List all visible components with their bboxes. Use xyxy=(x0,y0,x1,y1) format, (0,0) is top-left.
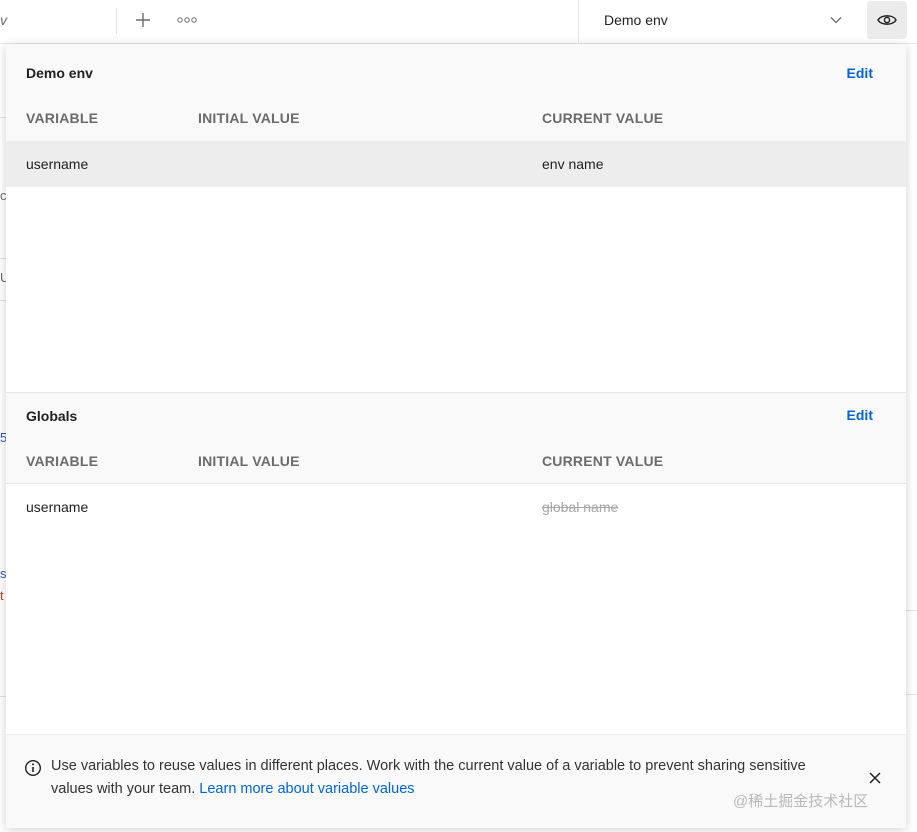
more-horizontal-icon xyxy=(177,17,197,23)
eye-icon xyxy=(877,15,897,25)
column-header-variable: VARIABLE xyxy=(26,110,99,126)
current-value: env name xyxy=(542,156,604,172)
environment-divider xyxy=(578,0,579,44)
plus-icon xyxy=(136,13,150,27)
table-row[interactable]: username global name xyxy=(6,484,906,530)
banner-text: Use variables to reuse values in differe… xyxy=(51,758,806,797)
request-tab-fragment[interactable]: v xyxy=(0,12,7,28)
globals-edit-link[interactable]: Edit xyxy=(847,407,873,423)
environment-selector[interactable]: Demo env xyxy=(590,4,856,36)
column-header-current-value: CURRENT VALUE xyxy=(542,110,664,126)
variable-name: username xyxy=(26,156,89,172)
banner-message: Use variables to reuse values in differe… xyxy=(51,755,841,801)
current-value-overridden: global name xyxy=(542,499,619,515)
environment-selector-label: Demo env xyxy=(604,12,668,28)
environment-section-title: Demo env xyxy=(26,65,93,81)
info-banner: Use variables to reuse values in differe… xyxy=(6,734,906,828)
chevron-down-icon xyxy=(830,17,842,24)
info-icon xyxy=(24,759,42,777)
globals-section-header: Globals Edit VARIABLE INITIAL VALUE CURR… xyxy=(6,393,906,483)
column-header-variable: VARIABLE xyxy=(26,453,99,469)
environment-quick-look-button[interactable] xyxy=(867,1,907,39)
environment-quick-look-panel: Demo env Edit VARIABLE INITIAL VALUE CUR… xyxy=(6,44,906,828)
more-options-button[interactable] xyxy=(174,7,200,33)
column-header-current-value: CURRENT VALUE xyxy=(542,453,664,469)
environment-section-header: Demo env Edit VARIABLE INITIAL VALUE CUR… xyxy=(6,44,906,141)
background-divider xyxy=(905,694,917,695)
top-bar: v Demo env xyxy=(0,0,917,44)
new-tab-button[interactable] xyxy=(130,7,156,33)
column-header-initial-value: INITIAL VALUE xyxy=(198,453,300,469)
environment-edit-link[interactable]: Edit xyxy=(847,65,873,81)
learn-more-link[interactable]: Learn more about variable values xyxy=(199,781,414,797)
column-header-initial-value: INITIAL VALUE xyxy=(198,110,300,126)
background-divider xyxy=(905,610,917,611)
table-row[interactable]: username env name xyxy=(6,141,906,187)
tab-divider xyxy=(116,8,117,34)
watermark: @稀土掘金技术社区 xyxy=(733,793,869,810)
background-fragment: t xyxy=(0,588,4,603)
globals-section-title: Globals xyxy=(26,408,78,424)
close-icon[interactable] xyxy=(866,769,884,787)
variable-name: username xyxy=(26,499,89,515)
